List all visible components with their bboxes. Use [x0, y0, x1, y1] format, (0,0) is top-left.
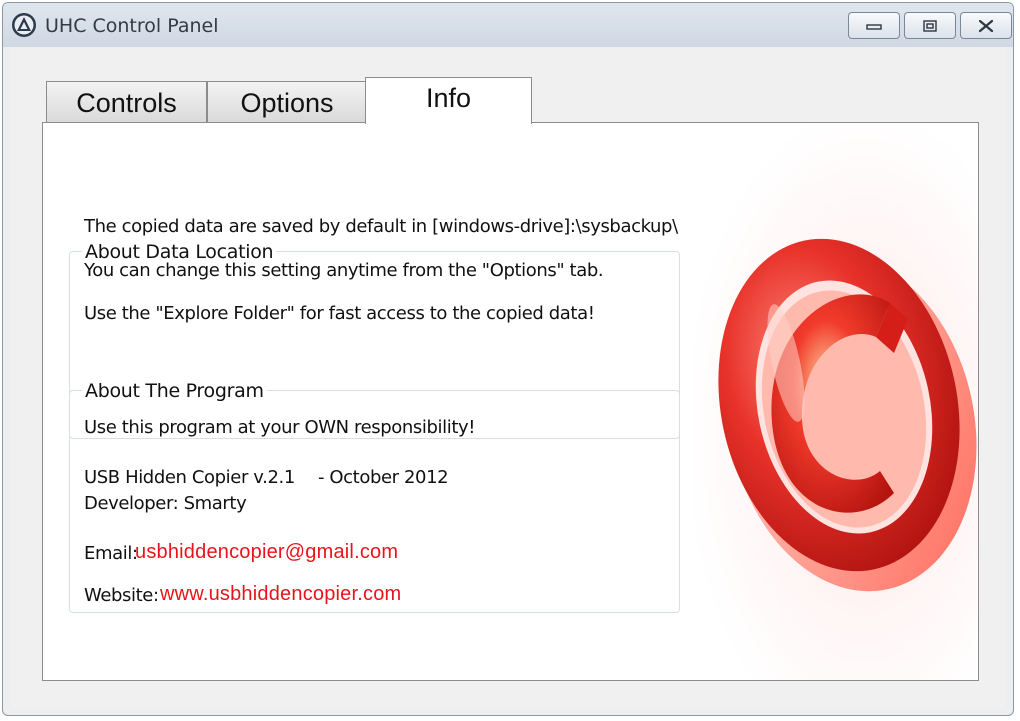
about-program-legend: About The Program [82, 380, 267, 402]
disclaimer-text: Use this program at your OWN responsibil… [84, 417, 476, 438]
info-tab-panel: About Data Location The copied data are … [42, 122, 979, 681]
restore-icon [923, 19, 937, 32]
app-icon [12, 13, 36, 37]
data-location-default-text: The copied data are saved by default in … [84, 216, 678, 237]
maximize-button[interactable] [904, 12, 956, 39]
version-text: USB Hidden Copier v.2.1 [84, 467, 295, 488]
close-button[interactable] [960, 12, 1012, 39]
tab-controls[interactable]: Controls [46, 81, 207, 123]
copyright-logo-icon [718, 238, 977, 592]
website-label: Website: [84, 585, 159, 606]
minimize-button[interactable] [848, 12, 900, 39]
close-icon [978, 19, 994, 32]
client-area: Controls Options Info About Data Locatio… [11, 47, 1005, 709]
window-title: UHC Control Panel [45, 15, 219, 37]
logo-image [694, 123, 978, 680]
tab-info[interactable]: Info [365, 77, 532, 124]
website-link[interactable]: www.usbhiddencopier.com [160, 583, 401, 606]
title-bar[interactable]: UHC Control Panel [3, 3, 1013, 47]
data-location-explore-text: Use the "Explore Folder" for fast access… [84, 303, 595, 324]
developer-text: Developer: Smarty [84, 493, 247, 514]
minimize-icon [866, 23, 882, 30]
release-date-text: - October 2012 [318, 467, 449, 488]
data-location-change-text: You can change this setting anytime from… [84, 260, 604, 281]
email-label: Email: [84, 543, 138, 564]
tab-options[interactable]: Options [207, 81, 367, 123]
window: UHC Control Panel Controls Options Info … [2, 2, 1014, 716]
email-link[interactable]: usbhiddencopier@gmail.com [135, 541, 398, 564]
